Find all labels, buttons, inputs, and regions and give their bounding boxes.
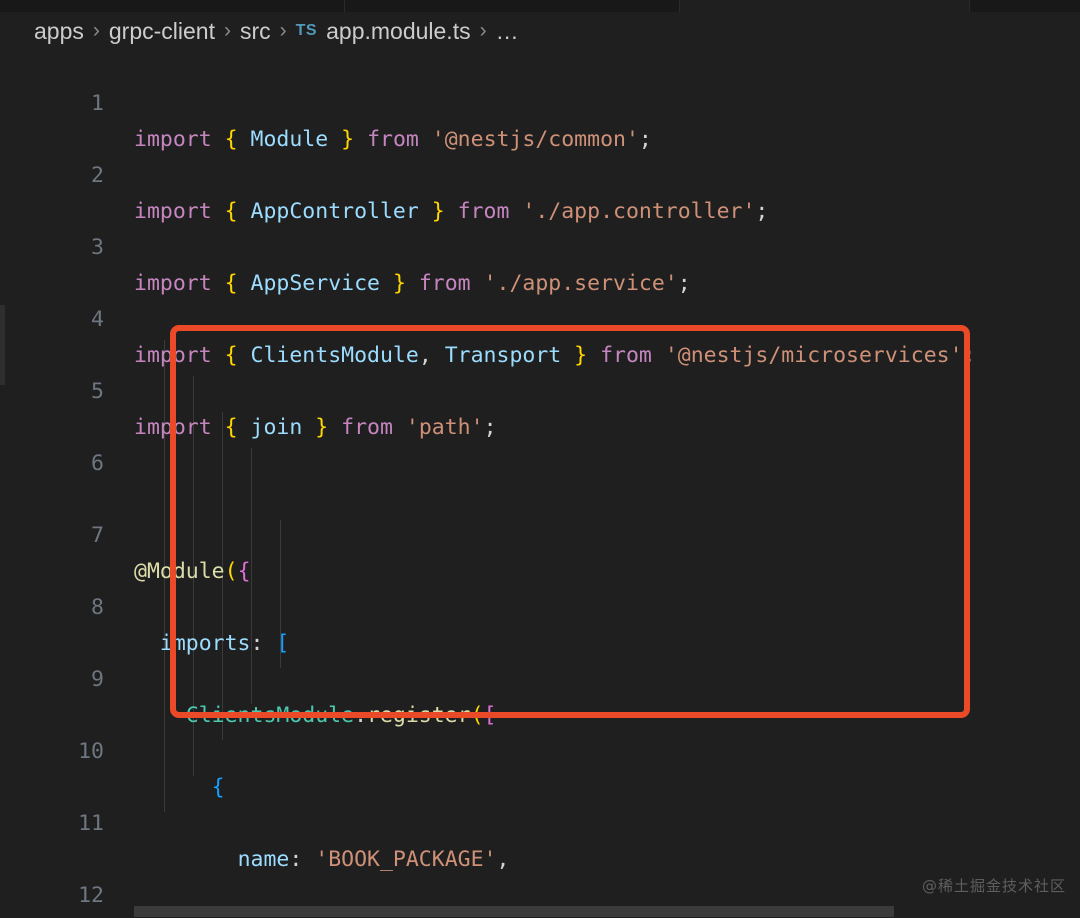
code-line[interactable]: 12 transport: Transport.GRPC, (0, 842, 104, 908)
vscode-editor-window: apps › grpc-client › src › TS app.module… (0, 0, 1080, 918)
breadcrumb-symbol-overflow[interactable]: … (496, 18, 519, 45)
code-line[interactable]: 4 import { ClientsModule, Transport } fr… (0, 266, 975, 368)
line-content: ClientsModule.register([ (185, 703, 497, 728)
line-number: 9 (91, 667, 104, 692)
breadcrumb-file-name[interactable]: app.module.ts (326, 18, 470, 45)
editor-tab-active[interactable] (680, 0, 970, 12)
horizontal-scrollbar-track[interactable] (134, 904, 1080, 918)
line-number: 1 (91, 91, 104, 116)
line-content: import { AppService } from './app.servic… (134, 271, 691, 296)
line-number: 10 (78, 739, 104, 764)
line-content: imports: [ (159, 631, 290, 656)
code-line[interactable]: 8 imports: [ (0, 554, 289, 656)
red-highlight-rectangle (170, 325, 970, 718)
line-number: 12 (78, 883, 104, 908)
code-line[interactable]: 2 import { AppController } from './app.c… (0, 122, 768, 224)
breadcrumb-segment-src[interactable]: src (240, 18, 271, 45)
code-line[interactable]: 11 name: 'BOOK_PACKAGE', (0, 770, 509, 872)
code-lines: 1 import { Module } from '@nestjs/common… (0, 50, 975, 918)
line-content: import { ClientsModule, Transport } from… (134, 343, 976, 368)
editor-tab-bar (0, 0, 1080, 12)
editor-tab-inactive-1[interactable] (0, 0, 345, 12)
code-line[interactable]: 9 ClientsModule.register([ (0, 626, 496, 728)
line-number: 3 (91, 235, 104, 260)
code-line[interactable]: 7 @Module({ (0, 482, 250, 584)
line-content: import { join } from 'path'; (134, 415, 497, 440)
breadcrumb-segment-apps[interactable]: apps (34, 18, 84, 45)
code-line[interactable]: 3 import { AppService } from './app.serv… (0, 194, 691, 296)
breadcrumb-separator-icon: › (223, 19, 231, 42)
line-number: 6 (91, 451, 104, 476)
line-content: { (211, 775, 225, 800)
watermark: @稀土掘金技术社区 (921, 877, 1066, 895)
line-content: import { Module } from '@nestjs/common'; (134, 127, 652, 152)
code-line[interactable]: 6 (0, 410, 104, 476)
editor-tab-inactive-2[interactable] (345, 0, 680, 12)
line-number: 8 (91, 595, 104, 620)
code-line[interactable]: 5 import { join } from 'path'; (0, 338, 496, 440)
indent-guide (251, 448, 252, 704)
breadcrumb-separator-icon: › (479, 19, 487, 42)
line-number: 4 (91, 307, 104, 332)
line-content: @Module({ (134, 559, 251, 584)
line-content: import { AppController } from './app.con… (134, 199, 769, 224)
line-number: 2 (91, 163, 104, 188)
line-number: 5 (91, 379, 104, 404)
line-content: name: 'BOOK_PACKAGE', (237, 847, 510, 872)
code-line[interactable]: 10 { (0, 698, 225, 800)
code-editor-area[interactable]: 1 import { Module } from '@nestjs/common… (0, 50, 1080, 918)
tab-bar-empty-space (970, 0, 1080, 12)
horizontal-scrollbar-thumb[interactable] (134, 906, 894, 917)
line-number: 11 (78, 811, 104, 836)
breadcrumb-separator-icon: › (279, 19, 287, 42)
breadcrumb-separator-icon: › (92, 19, 100, 42)
typescript-file-icon: TS (295, 22, 318, 39)
code-line[interactable]: 13 options: { (0, 914, 104, 918)
code-line[interactable]: 1 import { Module } from '@nestjs/common… (0, 50, 652, 152)
breadcrumb[interactable]: apps › grpc-client › src › TS app.module… (0, 12, 1080, 50)
breadcrumb-segment-grpc-client[interactable]: grpc-client (109, 18, 215, 45)
line-number: 7 (91, 523, 104, 548)
